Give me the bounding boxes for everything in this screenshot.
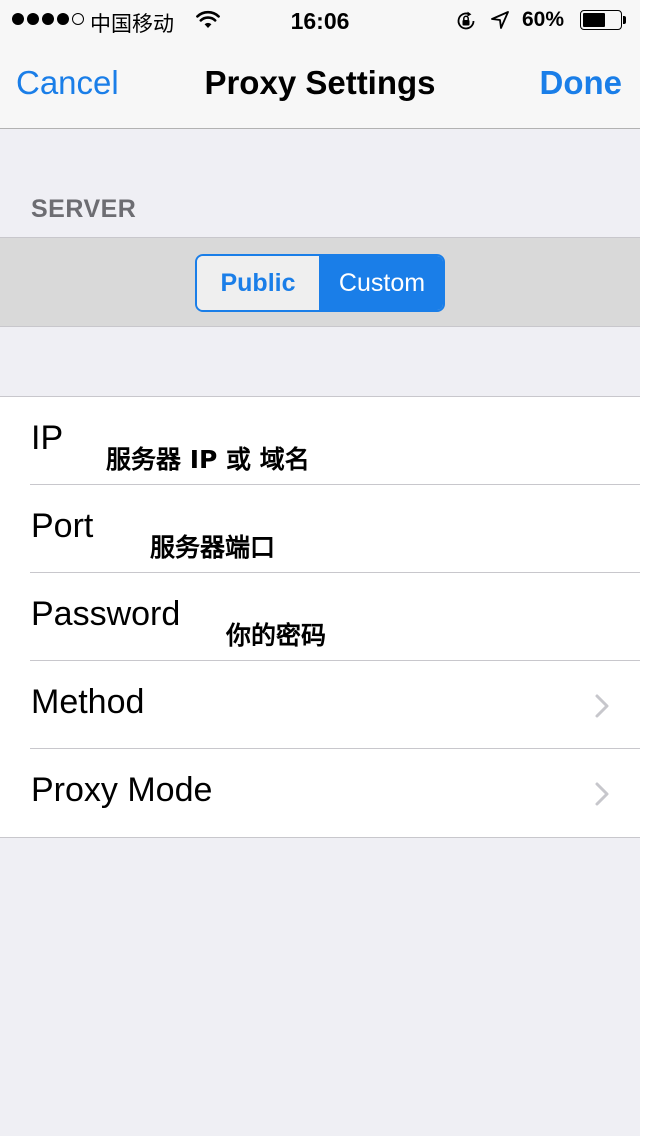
battery-icon bbox=[580, 10, 622, 30]
row-proxy-mode[interactable]: Proxy Mode bbox=[0, 749, 640, 837]
row-ip[interactable]: IP 服务器 IP 或 域名 bbox=[0, 397, 640, 485]
battery-level-fill bbox=[583, 13, 605, 27]
chevron-right-icon bbox=[595, 694, 609, 718]
row-label: Method bbox=[31, 683, 145, 721]
row-label: IP bbox=[31, 419, 64, 457]
row-method[interactable]: Method bbox=[0, 661, 640, 749]
row-hint: 服务器 IP 或 域名 bbox=[106, 445, 310, 474]
row-label: Port bbox=[31, 507, 94, 545]
location-arrow-icon bbox=[491, 11, 509, 29]
segment-custom[interactable]: Custom bbox=[321, 256, 443, 310]
chevron-right-icon bbox=[595, 782, 609, 806]
row-hint: 服务器端口 bbox=[150, 533, 276, 562]
battery-percentage: 60% bbox=[522, 8, 565, 31]
navigation-bar: Cancel Proxy Settings Done bbox=[0, 40, 640, 129]
row-label: Password bbox=[31, 595, 181, 633]
battery-tip bbox=[623, 16, 626, 24]
server-type-band: Public Custom bbox=[0, 237, 640, 327]
server-type-segmented-control: Public Custom bbox=[195, 254, 445, 312]
row-port[interactable]: Port 服务器端口 bbox=[0, 485, 640, 573]
screen-edge bbox=[640, 0, 650, 1136]
done-button[interactable]: Done bbox=[540, 64, 623, 102]
status-bar: 中国移动 16:06 60% bbox=[0, 0, 640, 40]
settings-list: IP 服务器 IP 或 域名 Port 服务器端口 Password 你的密码 … bbox=[0, 396, 640, 838]
proxy-settings-screen: 中国移动 16:06 60% Cancel Proxy Settings Don… bbox=[0, 0, 640, 1136]
segment-public[interactable]: Public bbox=[197, 256, 321, 310]
row-label: Proxy Mode bbox=[31, 771, 213, 809]
server-section-header: SERVER bbox=[31, 195, 137, 223]
row-hint: 你的密码 bbox=[226, 621, 327, 650]
row-password[interactable]: Password 你的密码 bbox=[0, 573, 640, 661]
rotation-lock-icon bbox=[457, 11, 475, 30]
